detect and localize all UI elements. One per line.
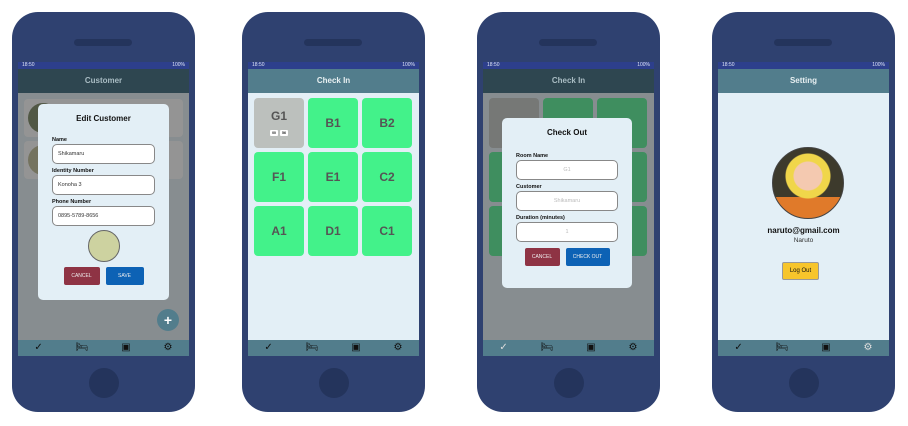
identity-label: Identity Number [52,168,94,174]
bed-icon[interactable]: 🛏 [306,340,319,356]
status-bar: 18:50 100% [18,62,189,69]
room-name: D1 [325,224,341,238]
status-bar: 18:50 100% [248,62,419,69]
edit-customer-dialog: Edit Customer Name Shikamaru Identity Nu… [38,104,169,300]
status-battery: 100% [402,62,415,68]
room-name: E1 [325,170,341,184]
cancel-button[interactable]: CANCEL [63,267,100,285]
speaker [74,39,132,46]
status-time: 18:50 [22,62,35,68]
id-card-icon[interactable]: ▣ [586,340,595,356]
bed-icon[interactable]: 🛏 [76,340,89,356]
header-title: Check In [483,69,654,93]
gear-icon[interactable]: ⚙ [394,340,403,356]
room-name: A1 [271,224,287,238]
screen-check-out: 18:50 100% Check In Check Out Room Name G… [483,62,654,356]
header-title: Setting [718,69,889,93]
dialog-title: Check Out [546,128,587,137]
profile-avatar [772,147,844,219]
user-name: Naruto [793,237,814,244]
bed-icon[interactable]: 🛏 [541,340,554,356]
status-bar: 18:50 100% [718,62,889,69]
duration-input[interactable]: 1 [516,222,618,242]
check-out-dialog: Check Out Room Name G1 Customer Shikamar… [502,118,632,288]
status-battery: 100% [637,62,650,68]
room-name: C1 [379,224,395,238]
phone-customer: 18:50 100% Customer Edit Customer Name Sh… [12,12,195,412]
status-battery: 100% [172,62,185,68]
log-out-button[interactable]: Log Out [782,262,819,280]
room-tile-g1[interactable]: G1 00 56 [254,98,304,148]
room-tile-e1[interactable]: E1 [308,152,358,202]
room-name: G1 [270,109,287,123]
status-time: 18:50 [252,62,265,68]
home-button[interactable] [554,368,584,398]
bottom-nav: ✓ 🛏 ▣ ⚙ [18,340,189,356]
room-tile-d1[interactable]: D1 [308,206,358,256]
bottom-nav: ✓ 🛏 ▣ ⚙ [718,340,889,356]
speaker [539,39,597,46]
gear-icon[interactable]: ⚙ [864,340,873,356]
check-out-button[interactable]: CHECK OUT [565,248,610,266]
room-label: Room Name [516,153,549,159]
screen-customer: 18:50 100% Customer Edit Customer Name Sh… [18,62,189,356]
bottom-nav: ✓ 🛏 ▣ ⚙ [483,340,654,356]
room-input[interactable]: G1 [516,160,618,180]
home-button[interactable] [789,368,819,398]
cancel-button[interactable]: CANCEL [524,248,560,266]
status-time: 18:50 [487,62,500,68]
timer-badge: 56 [280,130,288,136]
screen-check-in: 18:50 100% Check In G1 00 56 B1 B2 F1 E1 C2 A1 D1 C… [248,62,419,356]
room-tile-c2[interactable]: C2 [362,152,412,202]
bottom-nav: ✓ 🛏 ▣ ⚙ [248,340,419,356]
room-tile-a1[interactable]: A1 [254,206,304,256]
duration-label: Duration (minutes) [516,215,565,221]
timer: 00 56 [269,123,289,137]
id-card-icon[interactable]: ▣ [351,340,360,356]
dialog-title: Edit Customer [76,114,131,123]
check-circle-icon[interactable]: ✓ [734,340,742,356]
check-circle-icon[interactable]: ✓ [264,340,272,356]
phone-input[interactable]: 0895-5789-8656 [52,206,155,226]
room-name: B1 [325,116,341,130]
home-button[interactable] [89,368,119,398]
id-card-icon[interactable]: ▣ [121,340,130,356]
room-tile-c1[interactable]: C1 [362,206,412,256]
status-bar: 18:50 100% [483,62,654,69]
gear-icon[interactable]: ⚙ [629,340,638,356]
header-title: Customer [18,69,189,93]
identity-input[interactable]: Konoha 3 [52,175,155,195]
room-name: F1 [271,170,286,184]
speaker [774,39,832,46]
save-button[interactable]: SAVE [105,267,144,285]
header-title: Check In [248,69,419,93]
status-time: 18:50 [722,62,735,68]
gear-icon[interactable]: ⚙ [164,340,173,356]
status-battery: 100% [872,62,885,68]
room-tile-b1[interactable]: B1 [308,98,358,148]
customer-label: Customer [516,184,542,190]
screen-setting: 18:50 100% Setting naruto@gmail.com Narut… [718,62,889,356]
check-circle-icon[interactable]: ✓ [34,340,42,356]
name-label: Name [52,137,67,143]
room-name: C2 [379,170,395,184]
user-email: naruto@gmail.com [767,226,840,235]
add-customer-button[interactable]: + [157,309,179,331]
customer-input[interactable]: Shikamaru [516,191,618,211]
phone-check-in: 18:50 100% Check In G1 00 56 B1 B2 F1 E1 C2 A1 D1 C… [242,12,425,412]
room-tile-b2[interactable]: B2 [362,98,412,148]
check-circle-icon[interactable]: ✓ [499,340,507,356]
phone-check-out: 18:50 100% Check In Check Out Room Name G… [477,12,660,412]
phone-label: Phone Number [52,199,92,205]
timer-badge: 00 [270,130,278,136]
name-input[interactable]: Shikamaru [52,144,155,164]
speaker [304,39,362,46]
room-name: B2 [379,116,395,130]
id-card-icon[interactable]: ▣ [821,340,830,356]
phone-setting: 18:50 100% Setting naruto@gmail.com Narut… [712,12,895,412]
home-button[interactable] [319,368,349,398]
customer-photo[interactable] [87,230,120,262]
bed-icon[interactable]: 🛏 [776,340,789,356]
room-tile-f1[interactable]: F1 [254,152,304,202]
